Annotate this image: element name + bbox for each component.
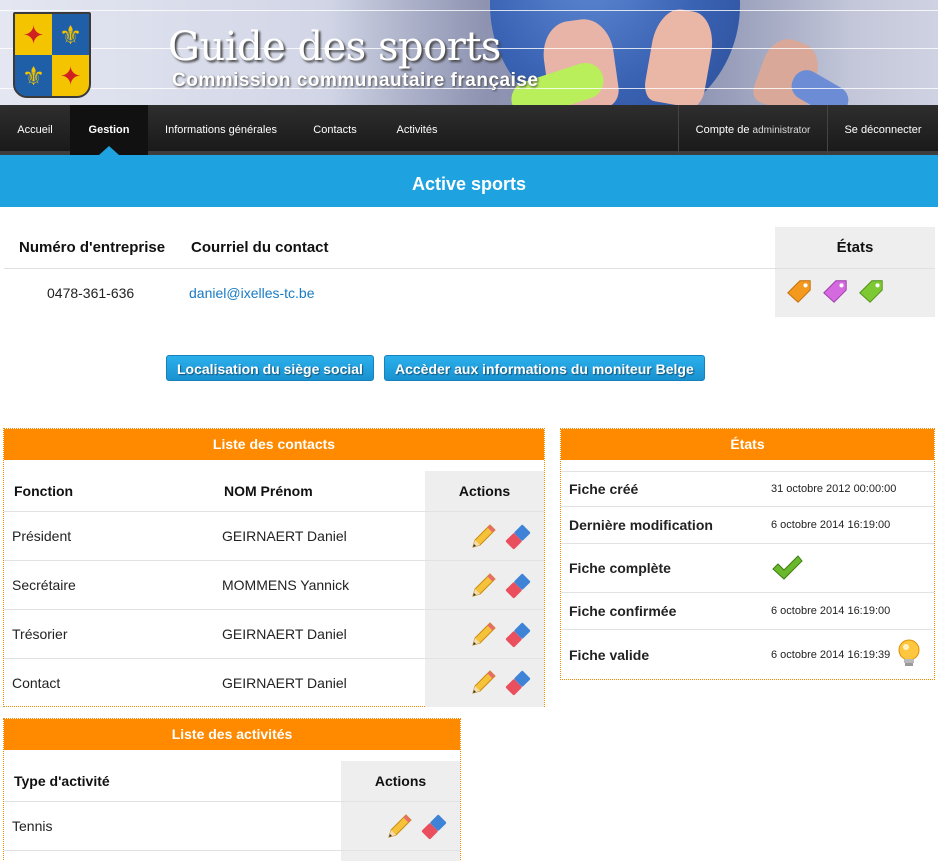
row-actions	[385, 812, 449, 842]
delete-eraser-icon[interactable]	[503, 571, 533, 601]
nav-item-contacts[interactable]: Contacts	[294, 105, 376, 155]
header-states: États	[836, 239, 874, 256]
site-title: Guide des sports	[168, 24, 501, 70]
etat-value: 6 octobre 2014 16:19:39	[771, 648, 891, 661]
contact-fonction: Président	[12, 528, 72, 544]
nav-item-gestion[interactable]: Gestion	[70, 105, 148, 155]
nav-account[interactable]: Compte de administrator	[679, 105, 827, 155]
table-row: Secrétaire MOMMENS Yannick	[4, 561, 544, 610]
etat-value: 6 octobre 2014 16:19:00	[771, 519, 891, 531]
coat-of-arms-icon[interactable]: ✦ ⚜ ⚜ ✦	[13, 12, 91, 98]
account-username: administrator	[752, 125, 811, 136]
edit-pencil-icon[interactable]	[469, 572, 497, 600]
nav-item-accueil[interactable]: Accueil	[0, 105, 70, 155]
edit-pencil-icon[interactable]	[469, 523, 497, 551]
state-tags	[785, 277, 885, 305]
contact-fonction: Trésorier	[12, 626, 68, 642]
nav-item-informations-generales[interactable]: Informations générales	[148, 105, 294, 155]
header-contact-email: Courriel du contact	[191, 239, 329, 256]
company-number: 0478-361-636	[47, 285, 135, 301]
orange-tag-icon[interactable]	[785, 277, 813, 305]
activity-type: Tennis	[12, 818, 53, 834]
delete-eraser-icon[interactable]	[503, 522, 533, 552]
etats-panel: États Fiche créé 31 octobre 2012 00:00:0…	[560, 428, 935, 680]
etat-value	[771, 544, 803, 592]
delete-eraser-icon[interactable]	[503, 668, 533, 698]
row-actions	[469, 668, 533, 698]
table-header-row: Type d'activité Actions	[4, 761, 460, 802]
etats-panel-title: États	[561, 429, 934, 460]
delete-eraser-icon[interactable]	[503, 620, 533, 650]
location-button[interactable]: Localisation du siège social	[166, 355, 374, 381]
activites-panel-title: Liste des activités	[4, 719, 460, 750]
contact-name: GEIRNAERT Daniel	[222, 674, 347, 691]
row-actions	[469, 522, 533, 552]
green-tag-icon[interactable]	[857, 277, 885, 305]
table-row: Trésorier GEIRNAERT Daniel	[4, 610, 544, 659]
row-actions	[469, 571, 533, 601]
moniteur-belge-button[interactable]: Accèder aux informations du moniteur Bel…	[384, 355, 705, 381]
delete-eraser-icon[interactable]	[419, 812, 449, 842]
contact-fonction: Secrétaire	[12, 577, 76, 593]
header-actions: Actions	[458, 483, 511, 499]
header-type-activite: Type d'activité	[14, 773, 110, 789]
edit-pencil-icon[interactable]	[385, 813, 413, 841]
contact-name: MOMMENS Yannick	[222, 577, 350, 593]
table-row: Président GEIRNAERT Daniel	[4, 512, 544, 561]
row-divider	[4, 268, 935, 269]
nav-item-activites[interactable]: Activités	[376, 105, 458, 155]
lightbulb-icon	[898, 639, 920, 666]
main-nav: Accueil Gestion Informations générales C…	[0, 105, 938, 155]
crest-rooster-icon: ✦	[52, 55, 89, 96]
etat-label: Fiche valide	[569, 646, 650, 663]
header-company-number: Numéro d'entreprise	[19, 239, 166, 256]
table-header-row: Fonction NOM Prénom Actions	[4, 471, 544, 512]
edit-pencil-icon[interactable]	[469, 669, 497, 697]
account-prefix: Compte de	[695, 124, 750, 136]
contact-name: GEIRNAERT Daniel	[222, 626, 347, 642]
contact-email-link[interactable]: daniel@ixelles-tc.be	[189, 269, 315, 317]
crest-rooster-icon: ✦	[15, 14, 52, 55]
company-table: Numéro d'entreprise Courriel du contact …	[4, 227, 935, 317]
contacts-panel-title: Liste des contacts	[4, 429, 544, 460]
table-row: Tennis	[4, 802, 460, 851]
header-fonction: Fonction	[14, 483, 74, 499]
etat-value: 31 octobre 2012 00:00:00	[771, 483, 897, 495]
contact-name: GEIRNAERT Daniel	[222, 528, 347, 544]
contact-fonction: Contact	[12, 674, 61, 691]
site-banner: ✦ ⚜ ⚜ ✦ Guide des sports Commission comm…	[0, 0, 938, 105]
crest-iris-icon: ⚜	[52, 14, 89, 55]
site-subtitle: Commission communautaire française	[172, 70, 539, 91]
activites-panel: Liste des activités Type d'activité Acti…	[3, 718, 461, 861]
etat-label: Dernière modification	[569, 517, 713, 533]
logout-link[interactable]: Se déconnecter	[828, 105, 938, 155]
banner-line	[0, 10, 938, 11]
etat-row: Fiche créé 31 octobre 2012 00:00:00	[561, 471, 934, 507]
header-nom-prenom: NOM Prénom	[224, 483, 313, 499]
page-title: Active sports	[0, 161, 938, 207]
etat-row: Fiche complète	[561, 544, 934, 593]
checkmark-icon	[772, 555, 803, 580]
etat-row: Dernière modification 6 octobre 2014 16:…	[561, 507, 934, 544]
crest-iris-icon: ⚜	[15, 55, 52, 96]
edit-pencil-icon[interactable]	[469, 621, 497, 649]
etat-row: Fiche confirmée 6 octobre 2014 16:19:00	[561, 593, 934, 630]
etat-label: Fiche créé	[569, 481, 639, 497]
etat-value: 6 octobre 2014 16:19:00	[771, 605, 891, 617]
contacts-panel: Liste des contacts Fonction NOM Prénom A…	[3, 428, 545, 707]
etat-row: Fiche valide 6 octobre 2014 16:19:39	[561, 630, 934, 679]
etat-label: Fiche complète	[569, 560, 671, 576]
row-actions	[469, 620, 533, 650]
table-row: Contact GEIRNAERT Daniel	[4, 659, 544, 706]
purple-tag-icon[interactable]	[821, 277, 849, 305]
header-actions: Actions	[374, 773, 427, 789]
etat-label: Fiche confirmée	[569, 603, 677, 619]
